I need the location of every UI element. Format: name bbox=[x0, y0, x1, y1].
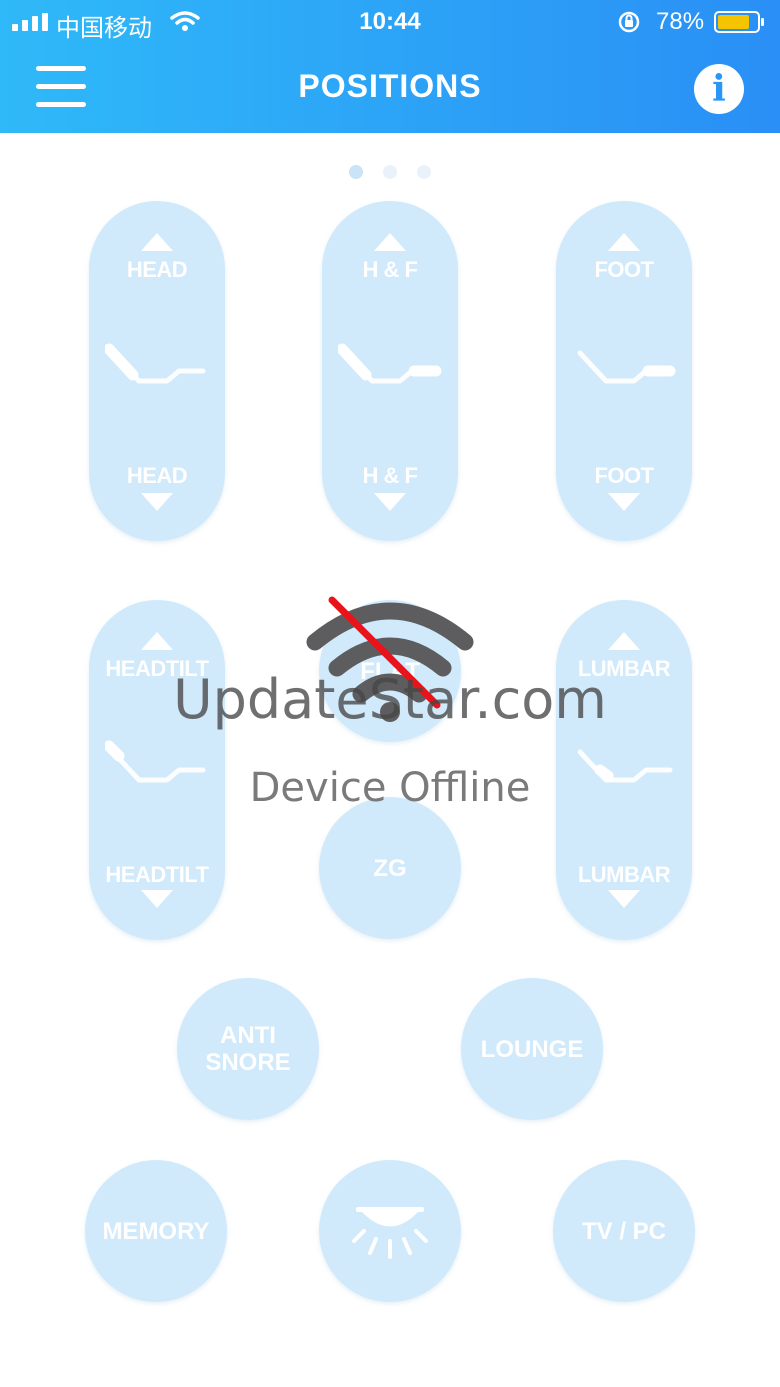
lumbar-down-arrow-icon[interactable] bbox=[608, 890, 640, 908]
lumbar-up-arrow-icon[interactable] bbox=[608, 632, 640, 650]
tv-pc-button[interactable]: TV / PC bbox=[553, 1160, 695, 1302]
head-foot-control: H & F H & F bbox=[322, 201, 458, 541]
lounge-button[interactable]: LOUNGE bbox=[461, 978, 603, 1120]
headtilt-down-button[interactable]: HEADTILT bbox=[89, 862, 225, 888]
head-up-arrow-icon[interactable] bbox=[141, 233, 173, 251]
memory-button[interactable]: MEMORY bbox=[85, 1160, 227, 1302]
foot-control: FOOT FOOT bbox=[556, 201, 692, 541]
bed-foot-raised-icon bbox=[577, 350, 676, 384]
bed-head-foot-raised-icon bbox=[338, 343, 442, 384]
page-title: POSITIONS bbox=[298, 68, 482, 104]
anti-snore-button[interactable]: ANTI SNORE bbox=[177, 978, 319, 1120]
info-icon[interactable]: i bbox=[694, 64, 744, 114]
battery-icon bbox=[714, 11, 764, 33]
page-dot-3[interactable] bbox=[417, 165, 431, 179]
zg-label: ZG bbox=[373, 854, 407, 882]
memory-label: MEMORY bbox=[102, 1217, 210, 1245]
page-indicator bbox=[0, 165, 780, 179]
nav-header: POSITIONS i bbox=[0, 44, 780, 133]
status-bar: 中国移动 10:44 78% bbox=[0, 0, 780, 44]
lounge-label: LOUNGE bbox=[480, 1035, 584, 1063]
light-button[interactable] bbox=[319, 1160, 461, 1302]
headtilt-down-arrow-icon[interactable] bbox=[141, 890, 173, 908]
page-dot-2[interactable] bbox=[383, 165, 397, 179]
watermark: UpdateStar.com bbox=[173, 668, 607, 731]
foot-up-arrow-icon[interactable] bbox=[608, 233, 640, 251]
foot-up-button[interactable]: FOOT bbox=[556, 257, 692, 283]
hf-up-button[interactable]: H & F bbox=[322, 257, 458, 283]
device-offline-message: Device Offline bbox=[249, 765, 531, 811]
anti-snore-label: ANTI SNORE bbox=[205, 1022, 291, 1076]
head-down-button[interactable]: HEAD bbox=[89, 463, 225, 489]
zg-button[interactable]: ZG bbox=[319, 797, 461, 939]
head-control: HEAD HEAD bbox=[89, 201, 225, 541]
bed-head-raised-icon bbox=[105, 343, 206, 384]
hf-down-button[interactable]: H & F bbox=[322, 463, 458, 489]
headtilt-up-arrow-icon[interactable] bbox=[141, 632, 173, 650]
ceiling-light-icon bbox=[352, 1207, 428, 1259]
battery-percent: 78% bbox=[656, 8, 705, 35]
hf-up-arrow-icon[interactable] bbox=[374, 233, 406, 251]
head-down-arrow-icon[interactable] bbox=[141, 493, 173, 511]
hf-down-arrow-icon[interactable] bbox=[374, 493, 406, 511]
page-dot-1[interactable] bbox=[349, 165, 363, 179]
head-up-button[interactable]: HEAD bbox=[89, 257, 225, 283]
orientation-lock-icon bbox=[618, 11, 640, 33]
tv-pc-label: TV / PC bbox=[581, 1217, 666, 1245]
lumbar-down-button[interactable]: LUMBAR bbox=[556, 862, 692, 888]
foot-down-arrow-icon[interactable] bbox=[608, 493, 640, 511]
foot-down-button[interactable]: FOOT bbox=[556, 463, 692, 489]
